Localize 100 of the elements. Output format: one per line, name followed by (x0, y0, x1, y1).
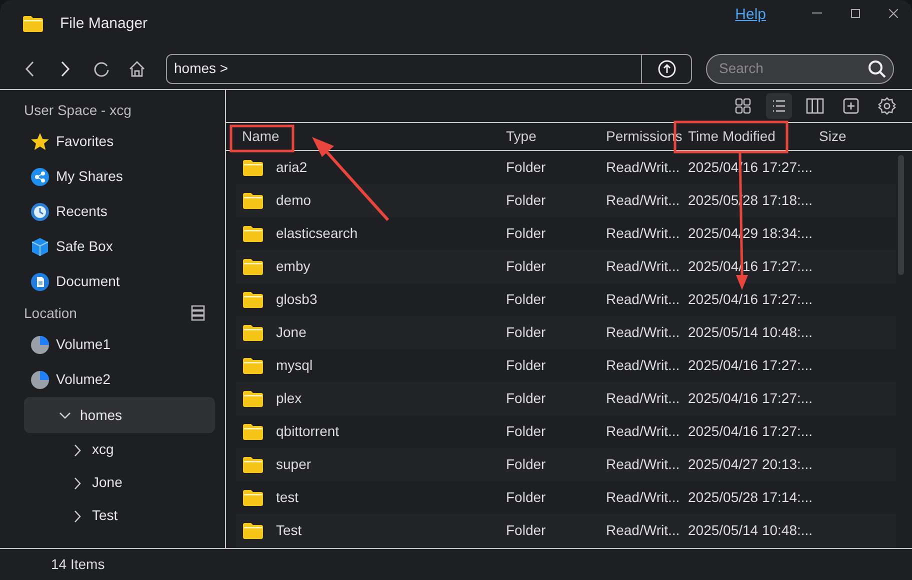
folder-icon (242, 520, 264, 540)
table-cell-text: Read/Writ... (606, 356, 681, 375)
table-cell-text: Read/Writ... (606, 389, 681, 408)
table-cell-text: 2025/04/27 20:13:... (688, 455, 814, 474)
help-link[interactable]: Help (735, 4, 766, 26)
search-field[interactable]: Search (717, 57, 867, 80)
volume-item[interactable]: Volume1 (24, 327, 225, 362)
table-cell-text: Read/Writ... (606, 521, 681, 540)
file-name[interactable]: qbittorrent (276, 421, 340, 442)
pie-chart-icon (30, 370, 50, 390)
table-cell-text: 2025/05/28 17:14:... (688, 488, 814, 507)
file-name[interactable]: mysql (276, 355, 313, 376)
table-cell-text: Folder (506, 290, 547, 309)
section-heading: User Space - xcg (24, 100, 132, 120)
home-icon (129, 60, 145, 76)
tree-item[interactable]: homes (24, 397, 215, 433)
scrollbar-thumb[interactable] (898, 155, 904, 275)
sidebar-item[interactable]: Favorites (24, 124, 225, 159)
table-cell-text: Folder (506, 224, 547, 243)
refresh-icon (93, 60, 109, 76)
table-cell-text: Read/Writ... (606, 488, 681, 507)
table-cell-text: Read/Writ... (606, 158, 681, 177)
table-cell-text: Folder (506, 422, 547, 441)
folder-icon (242, 256, 264, 276)
highlight-frame (230, 124, 294, 152)
pie-chart-icon (30, 334, 50, 354)
table-cell-text: 2025/04/16 17:27:... (688, 290, 814, 309)
window-title: File Manager (60, 14, 148, 34)
path-field[interactable]: homes > (166, 54, 692, 84)
column-header[interactable]: Name (226, 126, 506, 147)
file-name[interactable]: plex (276, 388, 302, 409)
sidebar-item[interactable]: Recents (24, 194, 225, 229)
maximize-icon (850, 8, 860, 18)
table-cell-text: Read/Writ... (606, 224, 681, 243)
cube-icon (30, 236, 50, 256)
close-icon (888, 8, 898, 18)
folder-icon (242, 356, 264, 376)
tree-item[interactable]: Jone (24, 466, 215, 499)
file-name[interactable]: Test (276, 520, 302, 541)
folder-icon (242, 454, 264, 474)
tree-item[interactable]: Test (24, 499, 215, 532)
table-cell-text: Read/Writ... (606, 422, 681, 441)
section-heading: Location (24, 304, 77, 322)
table-cell-text: 2025/04/16 17:27:... (688, 389, 814, 408)
folder-icon (242, 322, 264, 342)
storage-icon (191, 305, 205, 321)
table-cell-text: Folder (506, 389, 547, 408)
sidebar-item[interactable]: Safe Box (24, 229, 225, 264)
share-icon (30, 166, 50, 186)
folder-icon (242, 422, 264, 442)
folder-icon (242, 224, 264, 244)
table-cell-text: Folder (506, 455, 547, 474)
table-cell-text: 2025/05/14 10:48:... (688, 323, 814, 342)
table-cell-text: Read/Writ... (606, 191, 681, 210)
sidebar-item[interactable]: Document (24, 264, 225, 299)
folder-icon (242, 190, 264, 210)
forward-icon (60, 60, 70, 76)
folder-icon (242, 388, 264, 408)
file-name[interactable]: glosb3 (276, 289, 318, 310)
clock-icon (30, 202, 50, 222)
search-icon (867, 58, 887, 78)
table-cell-text: 2025/04/16 17:27:... (688, 422, 814, 441)
table-cell-text: Folder (506, 521, 547, 540)
column-header[interactable]: Time Modified (688, 126, 819, 147)
file-name[interactable]: test (276, 487, 299, 508)
file-name[interactable]: super (276, 454, 312, 475)
table-cell-text: Folder (506, 488, 547, 507)
file-name[interactable]: Jone (276, 322, 306, 343)
file-name[interactable]: elasticsearch (276, 223, 358, 244)
column-header[interactable]: Type (506, 126, 606, 147)
volume-item[interactable]: Volume2 (24, 362, 225, 397)
sidebar-item[interactable]: My Shares (24, 159, 225, 194)
columns-view-icon (805, 96, 825, 116)
table-cell-text: Folder (506, 356, 547, 375)
table-cell-text: 2025/05/14 10:48:... (688, 521, 814, 540)
settings-icon (877, 96, 897, 116)
table-cell-text: Read/Writ... (606, 257, 681, 276)
minimize-icon (812, 12, 822, 14)
table-cell-text: 2025/04/16 17:27:... (688, 356, 814, 375)
column-header[interactable]: Size (819, 126, 879, 147)
table-cell-text: Folder (506, 257, 547, 276)
star-icon (30, 132, 50, 152)
item-count: 14 Items (51, 555, 105, 574)
search-box[interactable]: Search (706, 54, 894, 84)
table-cell-text: Folder (506, 323, 547, 342)
folder-icon (242, 158, 264, 178)
list-view-button[interactable] (766, 93, 792, 119)
tree-item[interactable]: xcg (24, 433, 215, 466)
grid-view-icon (733, 96, 753, 116)
table-cell-text: Read/Writ... (606, 323, 681, 342)
table-cell-text: Read/Writ... (606, 290, 681, 309)
file-name[interactable]: emby (276, 256, 310, 277)
table-cell-text: Folder (506, 191, 547, 210)
file-name[interactable]: aria2 (276, 157, 308, 178)
document-icon (30, 272, 50, 292)
table-cell-text: Read/Writ... (606, 455, 681, 474)
folder-icon (242, 488, 264, 508)
file-name[interactable]: demo (276, 190, 312, 211)
table-cell-text: Folder (506, 158, 547, 177)
folder-icon (22, 14, 44, 34)
